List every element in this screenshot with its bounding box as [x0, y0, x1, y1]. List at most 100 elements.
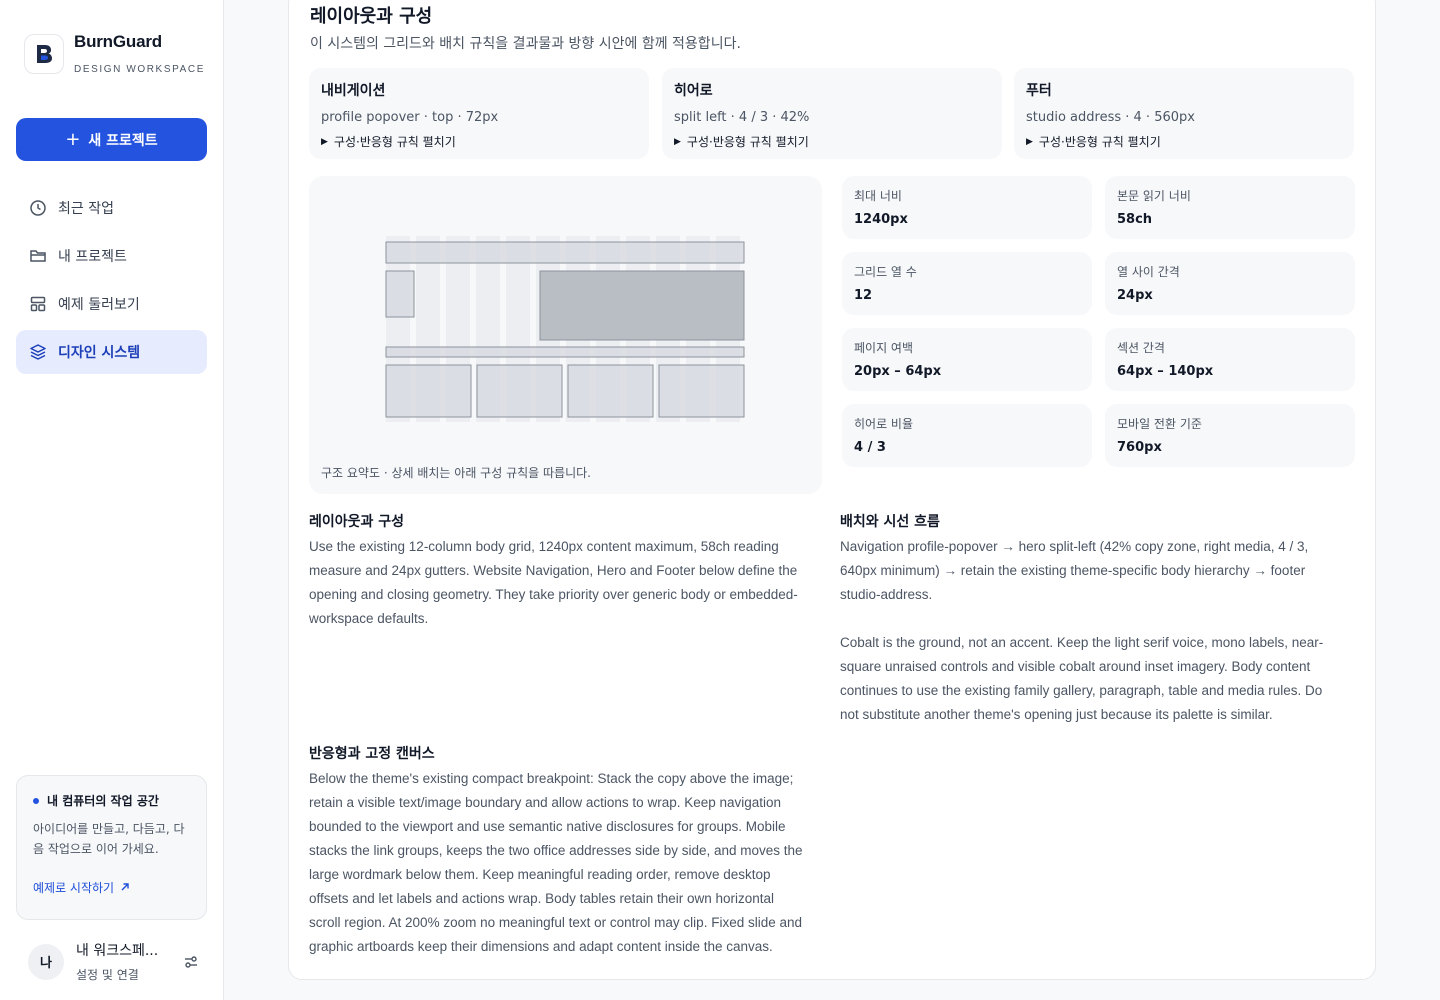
section-body-responsive: Below the theme's existing compact break… — [309, 767, 834, 959]
text-line: not substitute another theme's opening j… — [840, 707, 1273, 722]
workspace-card-title-row: 내 컴퓨터의 작업 공간 — [33, 792, 190, 809]
sidebar-item-label: 최근 작업 — [58, 201, 114, 217]
text-line: measure and 24px gutters. Website Naviga… — [309, 563, 798, 578]
section-title-responsive: 반응형과 고정 캔버스 — [309, 746, 435, 762]
module-title: 히어로 — [674, 83, 713, 99]
clock-icon — [28, 198, 48, 218]
sidebar: BurnGuard DESIGN WORKSPACE + 새 프로젝트 최근 작… — [0, 0, 224, 1000]
new-project-button[interactable]: + 새 프로젝트 — [16, 118, 207, 161]
sidebar-item-label: 디자인 시스템 — [58, 345, 141, 361]
plus-icon: + — [65, 128, 81, 150]
arrow-up-right-icon — [120, 881, 130, 895]
module-meta: studio address · 4 · 560px — [1026, 110, 1195, 125]
folder-icon — [28, 246, 48, 266]
user-row[interactable]: 나 내 워크스페... 설정 및 연결 — [28, 940, 208, 983]
settings-sliders-icon[interactable] — [180, 951, 202, 973]
stat-value: 24px — [1117, 288, 1153, 303]
text-line: Cobalt is the ground, not an accent. Kee… — [840, 635, 1324, 650]
module-meta: profile popover · top · 72px — [321, 110, 499, 125]
module-hero: 히어로 split left · 4 / 3 · 42% ▶ 구성·반응형 규칙… — [662, 68, 1002, 159]
text-line: Below the theme's existing compact break… — [309, 771, 794, 786]
page-subtitle: 이 시스템의 그리드와 배치 규칙을 결과물과 방향 시안에 함께 적용합니다. — [310, 36, 741, 52]
workspace-card-description: 아이디어를 만들고, 다듬고, 다음 작업으로 이어 가세요. — [33, 822, 185, 856]
layout-grid-diagram — [385, 236, 745, 422]
stat-label: 본문 읽기 너비 — [1117, 189, 1191, 203]
disclosure-triangle-icon: ▶ — [1026, 136, 1033, 147]
stat-page-margin: 페이지 여백 20px – 64px — [842, 328, 1092, 391]
text-line: opening and closing geometry. They take … — [309, 587, 798, 602]
module-disclosure[interactable]: ▶ 구성·반응형 규칙 펼치기 — [674, 133, 990, 150]
diagram-caption: 구조 요약도 · 상세 배치는 아래 구성 규칙을 따릅니다. — [321, 466, 591, 480]
sidebar-item-examples[interactable]: 예제 둘러보기 — [16, 282, 207, 326]
module-title: 푸터 — [1026, 83, 1052, 99]
section-title-layout: 레이아웃과 구성 — [309, 514, 405, 530]
layers-icon — [28, 342, 48, 362]
module-disclosure-label: 구성·반응형 규칙 펼치기 — [686, 135, 809, 149]
text-line: large wordmark below them. Keep meaningf… — [309, 867, 771, 882]
new-project-label: 새 프로젝트 — [88, 132, 158, 149]
status-dot-icon — [33, 797, 39, 804]
page-title: 레이아웃과 구성 — [310, 6, 433, 27]
structure-diagram-card: 구조 요약도 · 상세 배치는 아래 구성 규칙을 따릅니다. — [309, 176, 822, 494]
stat-value: 760px — [1117, 440, 1162, 455]
text-line: studio-address. — [840, 587, 933, 602]
sidebar-item-projects[interactable]: 내 프로젝트 — [16, 234, 207, 278]
stat-value: 1240px — [854, 212, 908, 227]
brand[interactable]: BurnGuard DESIGN WORKSPACE — [24, 32, 205, 75]
stat-reading-width: 본문 읽기 너비 58ch — [1105, 176, 1355, 239]
module-disclosure-label: 구성·반응형 규칙 펼치기 — [1038, 135, 1161, 149]
text-line: continues to use the existing family gal… — [840, 683, 1323, 698]
stat-mobile-breakpoint: 모바일 전환 기준 760px — [1105, 404, 1355, 467]
stat-section-gap: 섹션 간격 64px – 140px — [1105, 328, 1355, 391]
sidebar-item-label: 내 프로젝트 — [58, 249, 127, 265]
sidebar-item-design-system[interactable]: 디자인 시스템 — [16, 330, 207, 374]
module-disclosure[interactable]: ▶ 구성·반응형 규칙 펼치기 — [1026, 133, 1342, 150]
text-line: workspace defaults. — [309, 611, 429, 626]
module-disclosure-label: 구성·반응형 규칙 펼치기 — [333, 135, 456, 149]
workspace-name: 내 워크스페... — [76, 943, 159, 959]
module-navigation: 내비게이션 profile popover · top · 72px ▶ 구성·… — [309, 68, 649, 159]
section-title-flow: 배치와 시선 흐름 — [840, 514, 940, 530]
stat-gutter: 열 사이 간격 24px — [1105, 252, 1355, 315]
text-line: square unraised controls and visible cob… — [840, 659, 1311, 674]
settings-and-connections-label: 설정 및 연결 — [76, 968, 139, 982]
workspace-card-title: 내 컴퓨터의 작업 공간 — [47, 794, 159, 808]
local-workspace-card: 내 컴퓨터의 작업 공간 아이디어를 만들고, 다듬고, 다음 작업으로 이어 … — [16, 775, 207, 920]
stat-label: 히어로 비율 — [854, 417, 914, 431]
module-footer: 푸터 studio address · 4 · 560px ▶ 구성·반응형 규… — [1014, 68, 1354, 159]
stat-grid-columns: 그리드 열 수 12 — [842, 252, 1092, 315]
brand-name: BurnGuard — [74, 32, 162, 51]
sidebar-item-recent[interactable]: 최근 작업 — [16, 186, 207, 230]
burnguard-logo-icon — [24, 33, 64, 74]
stat-label: 페이지 여백 — [854, 341, 914, 355]
text-line: bounded to the viewport and use semantic… — [309, 819, 786, 834]
stat-label: 열 사이 간격 — [1117, 265, 1180, 279]
start-with-example-label: 예제로 시작하기 — [33, 881, 115, 895]
stat-value: 4 / 3 — [854, 440, 886, 455]
avatar: 나 — [28, 943, 64, 980]
stat-value: 58ch — [1117, 212, 1153, 227]
text-line: Use the existing 12-column body grid, 12… — [309, 539, 779, 554]
sidebar-item-label: 예제 둘러보기 — [58, 297, 140, 313]
text-line: graphic artboards keep their dimensions … — [309, 939, 773, 954]
module-disclosure[interactable]: ▶ 구성·반응형 규칙 펼치기 — [321, 133, 637, 150]
text-line: offsets and let labels and actions wrap.… — [309, 891, 775, 906]
stat-max-width: 최대 너비 1240px — [842, 176, 1092, 239]
text-line: Navigation profile-popover → hero split-… — [840, 539, 1309, 554]
brand-subtitle: DESIGN WORKSPACE — [74, 64, 205, 75]
stat-value: 12 — [854, 288, 873, 303]
stat-value: 20px – 64px — [854, 364, 942, 379]
stat-value: 64px – 140px — [1117, 364, 1214, 379]
module-meta: split left · 4 / 3 · 42% — [674, 110, 810, 125]
disclosure-triangle-icon: ▶ — [321, 136, 328, 147]
text-line: retain a visible text/image boundary and… — [309, 795, 782, 810]
stat-label: 그리드 열 수 — [854, 265, 917, 279]
text-line: scroll region. At 200% zoom no meaningfu… — [309, 915, 802, 930]
section-body-flow: Navigation profile-popover → hero split-… — [840, 535, 1350, 727]
layout-icon — [28, 294, 48, 314]
stat-label: 최대 너비 — [854, 189, 902, 203]
stat-label: 섹션 간격 — [1117, 341, 1165, 355]
section-body-layout: Use the existing 12-column body grid, 12… — [309, 535, 834, 631]
start-with-example-link[interactable]: 예제로 시작하기 — [33, 879, 190, 896]
